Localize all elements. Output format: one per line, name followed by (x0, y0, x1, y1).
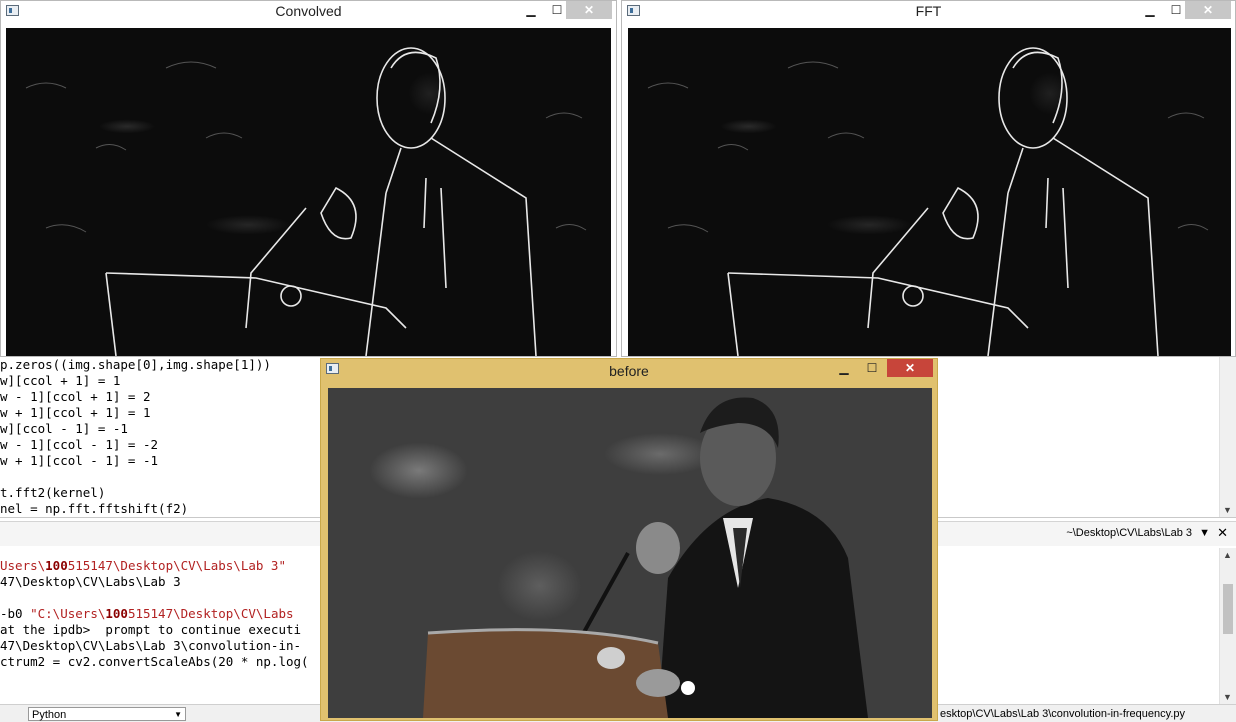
language-value: Python (32, 709, 67, 721)
scroll-down-icon[interactable]: ▼ (1223, 692, 1232, 702)
editor-scrollbar[interactable]: ▼ (1219, 355, 1236, 517)
fft-window[interactable]: FFT ▁ ☐ ✕ (621, 0, 1236, 357)
code-line: w + 1][ccol - 1] = -1 (0, 453, 159, 468)
convolved-window[interactable]: Convolved ▁ ☐ ✕ (0, 0, 617, 357)
code-line: p.zeros((img.shape[0],img.shape[1])) (0, 357, 271, 372)
console-scrollbar[interactable]: ▲ ▼ (1219, 548, 1236, 704)
window-titlebar[interactable]: Convolved ▁ ☐ ✕ (1, 1, 616, 22)
close-icon[interactable]: ✕ (1217, 525, 1228, 541)
window-titlebar[interactable]: FFT ▁ ☐ ✕ (622, 1, 1235, 22)
code-line: w - 1][ccol + 1] = 2 (0, 389, 151, 404)
console-path-label: ~\Desktop\CV\Labs\Lab 3 (1066, 527, 1192, 539)
maximize-button[interactable]: ☐ (859, 359, 885, 377)
code-line: w][ccol + 1] = 1 (0, 373, 121, 388)
fft-image (628, 28, 1231, 356)
minimize-button[interactable]: ▁ (518, 1, 544, 19)
before-window[interactable]: before ▁ ☐ ✕ (320, 358, 938, 721)
scroll-down-icon[interactable]: ▼ (1223, 505, 1232, 515)
console-line: Users\100515147\Desktop\CV\Labs\Lab 3" (0, 558, 286, 573)
code-line: w][ccol - 1] = -1 (0, 421, 128, 436)
minimize-button[interactable]: ▁ (1137, 1, 1163, 19)
console-line: 47\Desktop\CV\Labs\Lab 3 (0, 574, 181, 589)
code-line: t.fft2(kernel) (0, 485, 106, 500)
close-button[interactable]: ✕ (887, 359, 933, 377)
console-line: -b0 "C:\Users\100515147\Desktop\CV\Labs (0, 606, 294, 621)
code-line: w + 1][ccol + 1] = 1 (0, 405, 151, 420)
scroll-up-icon[interactable]: ▲ (1223, 550, 1232, 560)
dropdown-icon[interactable]: ▼ (1199, 527, 1210, 539)
code-line: w - 1][ccol - 1] = -2 (0, 437, 159, 452)
console-output: Users\100515147\Desktop\CV\Labs\Lab 3" 4… (0, 558, 309, 670)
console-line: at the ipdb> prompt to continue executi (0, 622, 302, 637)
chevron-down-icon: ▼ (174, 710, 182, 719)
close-button[interactable]: ✕ (1185, 1, 1231, 19)
window-titlebar[interactable]: before ▁ ☐ ✕ (321, 359, 937, 380)
code-line: nel = np.fft.fftshift(f2) (0, 501, 189, 516)
edge-figure (647, 47, 1209, 356)
before-image (328, 388, 932, 718)
editor-code: p.zeros((img.shape[0],img.shape[1])) w][… (0, 357, 271, 517)
grayscale-figure (423, 397, 868, 718)
console-line: ctrum2 = cv2.convertScaleAbs(20 * np.log… (0, 654, 309, 669)
scroll-thumb[interactable] (1223, 584, 1233, 634)
language-select[interactable]: Python ▼ (28, 707, 186, 721)
edge-figure (25, 47, 587, 356)
file-path: esktop\CV\Labs\Lab 3\convolution-in-freq… (940, 708, 1185, 720)
minimize-button[interactable]: ▁ (831, 359, 857, 377)
convolved-image (6, 28, 611, 356)
console-line: 47\Desktop\CV\Labs\Lab 3\convolution-in- (0, 638, 302, 653)
close-button[interactable]: ✕ (566, 1, 612, 19)
